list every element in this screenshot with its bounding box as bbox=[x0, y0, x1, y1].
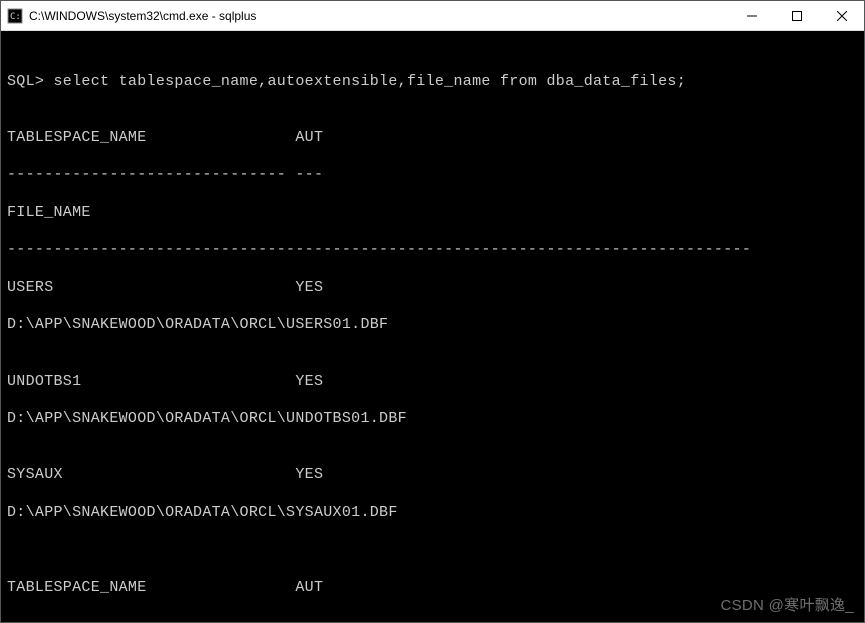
column-header: TABLESPACE_NAME AUT bbox=[7, 129, 858, 148]
header-rule: ----------------------------------------… bbox=[7, 241, 858, 260]
column-header: TABLESPACE_NAME AUT bbox=[7, 579, 858, 598]
column-header: FILE_NAME bbox=[7, 204, 858, 223]
data-row: UNDOTBS1 YES bbox=[7, 373, 858, 392]
data-row: SYSAUX YES bbox=[7, 466, 858, 485]
watermark-text: CSDN @寒叶飘逸_ bbox=[720, 597, 854, 616]
data-row: D:\APP\SNAKEWOOD\ORADATA\ORCL\USERS01.DB… bbox=[7, 316, 858, 335]
data-row: D:\APP\SNAKEWOOD\ORADATA\ORCL\UNDOTBS01.… bbox=[7, 410, 858, 429]
data-row: USERS YES bbox=[7, 279, 858, 298]
header-rule: ------------------------------ --- bbox=[7, 616, 858, 622]
app-icon: C: bbox=[7, 8, 23, 24]
terminal-output[interactable]: SQL> select tablespace_name,autoextensib… bbox=[1, 31, 864, 622]
window-titlebar: C: C:\WINDOWS\system32\cmd.exe - sqlplus bbox=[1, 1, 864, 31]
header-rule: ------------------------------ --- bbox=[7, 166, 858, 185]
minimize-button[interactable] bbox=[729, 1, 774, 30]
data-row: D:\APP\SNAKEWOOD\ORADATA\ORCL\SYSAUX01.D… bbox=[7, 504, 858, 523]
close-button[interactable] bbox=[819, 1, 864, 30]
svg-text:C:: C: bbox=[10, 12, 21, 22]
maximize-button[interactable] bbox=[774, 1, 819, 30]
sql-command-line: SQL> select tablespace_name,autoextensib… bbox=[7, 73, 858, 92]
window-controls bbox=[729, 1, 864, 30]
window-title: C:\WINDOWS\system32\cmd.exe - sqlplus bbox=[29, 9, 729, 23]
